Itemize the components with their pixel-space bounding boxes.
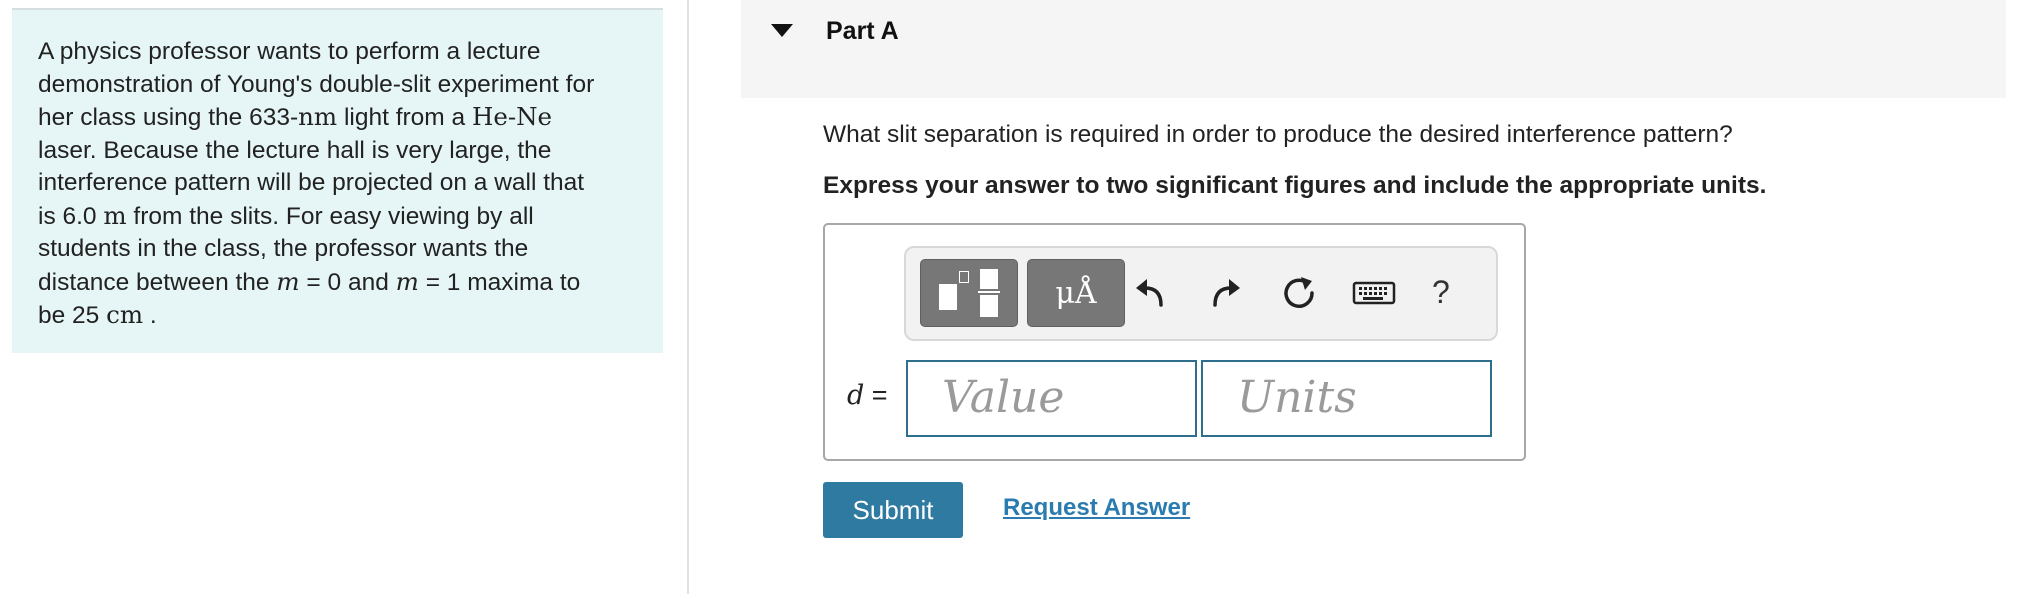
part-title: Part A (826, 17, 899, 45)
keyboard-icon[interactable] (1351, 273, 1397, 313)
reset-icon[interactable] (1279, 273, 1319, 313)
units-button[interactable]: μÅ (1027, 259, 1125, 327)
math-toolbar: μÅ ? (904, 246, 1498, 341)
problem-statement: A physics professor wants to perform a l… (12, 8, 663, 353)
submit-button[interactable]: Submit (823, 482, 963, 538)
answer-box: μÅ ? d = Value Units (823, 223, 1526, 461)
part-header[interactable]: Part A (741, 0, 2006, 98)
problem-line: students in the class, the professor wan… (38, 235, 529, 262)
question-text: What slit separation is required in orde… (823, 121, 1733, 148)
problem-line: A physics professor wants to perform a l… (38, 38, 541, 65)
help-icon[interactable]: ? (1432, 274, 1450, 311)
templates-button[interactable] (920, 259, 1018, 327)
problem-line: is 6.0 m from the slits. For easy viewin… (38, 200, 534, 230)
instruction-text: Express your answer to two significant f… (823, 172, 1767, 199)
panel-divider (687, 0, 689, 594)
problem-line: laser. Because the lecture hall is very … (38, 136, 552, 164)
redo-icon[interactable] (1205, 273, 1245, 313)
undo-icon[interactable] (1131, 273, 1171, 313)
problem-line: demonstration of Young's double-slit exp… (38, 70, 595, 98)
problem-line: interference pattern will be projected o… (38, 169, 585, 196)
problem-line: distance between the m = 0 and m = 1 max… (38, 266, 581, 296)
variable-label: d = (847, 380, 888, 411)
problem-line: her class using the 633-nm light from a … (38, 102, 553, 131)
request-answer-link[interactable]: Request Answer (1003, 494, 1190, 522)
collapse-caret-icon[interactable] (771, 24, 793, 37)
units-input[interactable]: Units (1201, 360, 1492, 437)
problem-line: be 25 cm . (38, 300, 157, 329)
units-icon: μÅ (1055, 276, 1097, 311)
value-input[interactable]: Value (906, 360, 1197, 437)
